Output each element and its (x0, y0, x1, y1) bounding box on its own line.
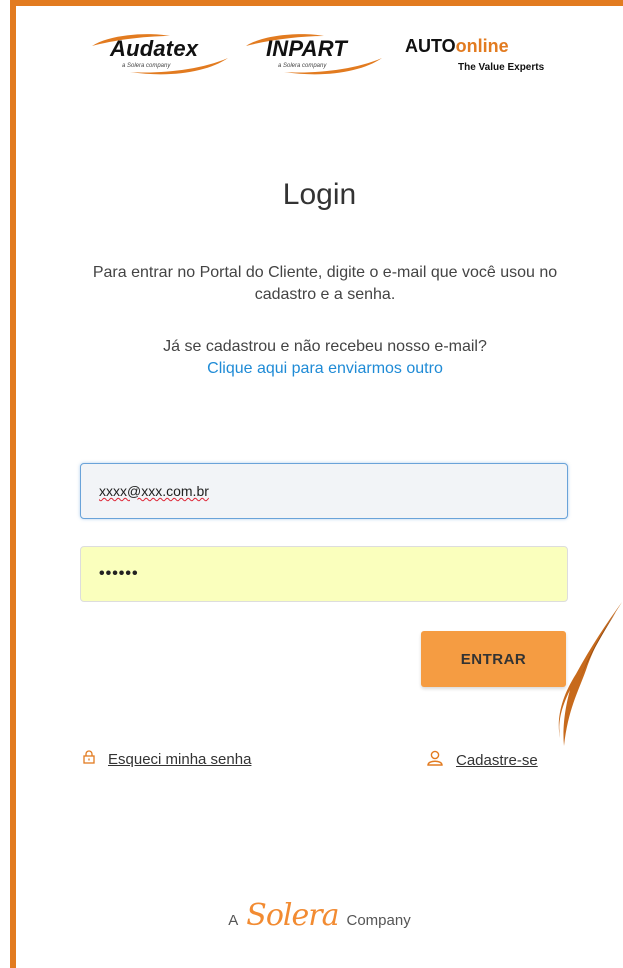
footer-prefix: A (228, 912, 239, 929)
audatex-subtitle: a Solera company (122, 63, 171, 69)
resend-email-link[interactable]: Clique aqui para enviarmos outro (60, 358, 590, 380)
footer-suffix: Company (346, 912, 411, 929)
autoonline-logo: AUTOonline The Value Experts (400, 36, 560, 80)
accent-border-top (10, 0, 623, 6)
audatex-wordmark: Audatex (110, 36, 199, 61)
inpart-logo: INPART a Solera company (244, 32, 384, 80)
brush-stroke-decoration (558, 602, 622, 746)
signup-link[interactable]: Cadastre-se (426, 750, 538, 770)
solera-logo: Solera (246, 898, 339, 933)
autoonline-wordmark-auto: AUTO (405, 36, 456, 56)
signup-label: Cadastre-se (456, 751, 538, 769)
login-description: Para entrar no Portal do Cliente, digite… (92, 264, 558, 303)
email-field[interactable]: xxxx@xxx.com.br (80, 463, 568, 519)
inpart-wordmark: INPART (266, 36, 348, 61)
password-value: •••••• (99, 565, 139, 582)
autoonline-tagline: The Value Experts (458, 62, 545, 73)
autoonline-wordmark-online: online (455, 36, 509, 56)
email-value: xxxx@xxx.com.br (99, 483, 209, 499)
user-icon (426, 750, 444, 770)
login-button[interactable]: ENTRAR (421, 631, 566, 687)
lock-icon (82, 750, 96, 768)
resend-question: Já se cadastrou e não recebeu nosso e-ma… (163, 338, 487, 355)
password-field[interactable]: •••••• (80, 546, 568, 602)
login-card: Audatex a Solera company INPART a Solera… (0, 0, 623, 968)
footer-brand: A Solera Company (16, 898, 623, 933)
forgot-password-label: Esqueci minha senha (108, 750, 252, 768)
autoonline-wordmark: AUTOonline (405, 36, 509, 57)
audatex-logo: Audatex a Solera company (90, 32, 230, 80)
accent-border-left (10, 0, 16, 968)
page-title: Login (282, 178, 357, 211)
forgot-password-link[interactable]: Esqueci minha senha (82, 750, 251, 768)
page-margin (0, 0, 10, 968)
inpart-subtitle: a Solera company (278, 63, 327, 69)
